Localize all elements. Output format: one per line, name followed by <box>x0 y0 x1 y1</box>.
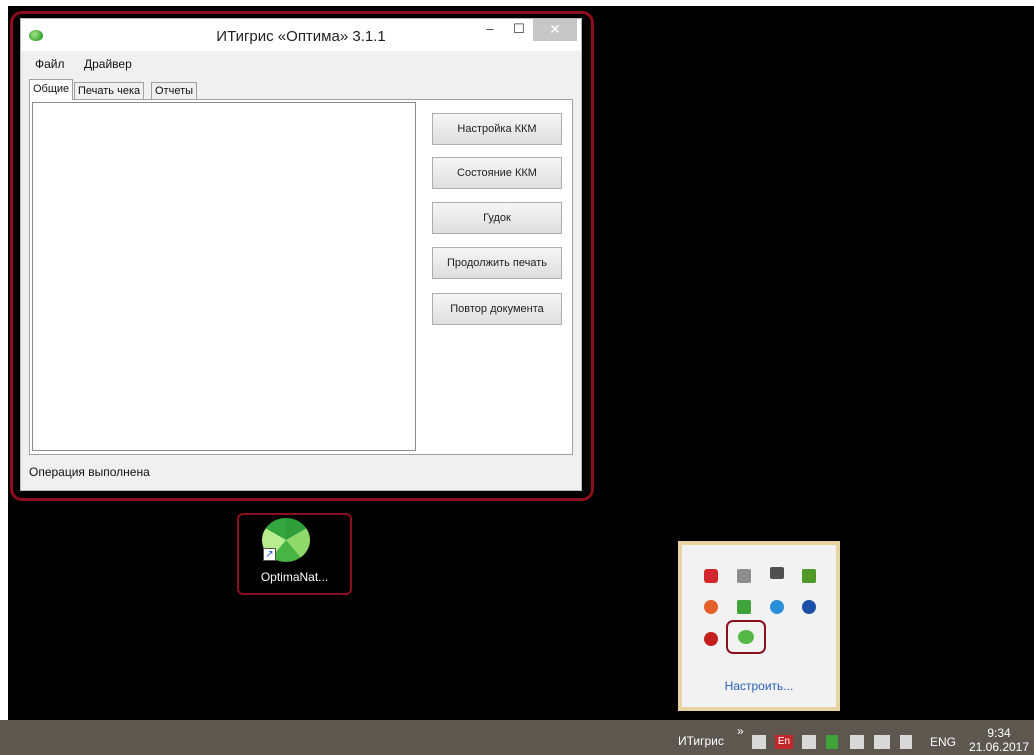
kkm-state-button[interactable]: Состояние ККМ <box>432 157 562 189</box>
clock[interactable]: 9:34 21.06.2017 <box>968 726 1030 754</box>
tray-customize-link[interactable]: Настроить... <box>682 679 836 693</box>
minimize-button[interactable]: – <box>476 19 504 41</box>
power-icon[interactable] <box>850 735 864 749</box>
status-text: Операция выполнена <box>29 465 150 479</box>
action-center-icon[interactable] <box>802 735 816 749</box>
bluetooth-icon[interactable] <box>802 600 816 614</box>
nvidia-icon[interactable] <box>802 569 816 583</box>
app-window: ИТигрис «Оптима» 3.1.1 – ☐ ✕ Файл Драйве… <box>20 18 582 491</box>
tab-receipt-print[interactable]: Печать чека <box>74 82 145 99</box>
desktop-icon-label[interactable]: OptimaNat... <box>242 570 347 584</box>
show-desktop-icon[interactable] <box>752 735 766 749</box>
network-device-icon[interactable] <box>737 569 751 583</box>
volume-icon[interactable] <box>900 735 912 749</box>
taskbar: ИТигрис » En ENG 9:34 21.06.2017 <box>0 720 1034 755</box>
tray-app-icon[interactable] <box>826 735 838 749</box>
log-area[interactable] <box>32 102 416 451</box>
language-indicator[interactable]: En <box>775 735 793 749</box>
menu-file[interactable]: Файл <box>35 57 65 71</box>
tray-icon-highlight-frame <box>726 620 766 654</box>
menu-driver[interactable]: Драйвер <box>84 57 132 71</box>
maximize-button[interactable]: ☐ <box>505 19 533 41</box>
continue-print-button[interactable]: Продолжить печать <box>432 247 562 279</box>
update-icon[interactable] <box>770 600 784 614</box>
blocked-icon[interactable] <box>704 632 718 646</box>
monitor-icon[interactable] <box>770 567 784 579</box>
signal-icon[interactable] <box>874 735 890 749</box>
close-button[interactable]: ✕ <box>533 19 577 41</box>
beep-button[interactable]: Гудок <box>432 202 562 234</box>
tab-general[interactable]: Общие <box>29 79 74 100</box>
tray-overflow-popup: Настроить... <box>678 541 840 711</box>
repeat-document-button[interactable]: Повтор документа <box>432 293 562 325</box>
green-shield-icon[interactable] <box>737 600 751 614</box>
taskbar-toolbar-label[interactable]: ИТигрис <box>678 734 724 748</box>
tab-reports[interactable]: Отчеты <box>151 82 198 99</box>
shortcut-arrow-icon: ↗ <box>263 548 276 561</box>
color-app-icon[interactable] <box>704 600 718 614</box>
title-bar[interactable]: ИТигрис «Оптима» 3.1.1 – ☐ ✕ <box>21 19 581 51</box>
camera-record-icon[interactable] <box>704 569 718 583</box>
input-language[interactable]: ENG <box>930 735 956 749</box>
clock-time: 9:34 <box>987 726 1011 740</box>
kkm-settings-button[interactable]: Настройка ККМ <box>432 113 562 145</box>
tab-panel-general: Настройка ККМ Состояние ККМ Гудок Продол… <box>29 99 573 455</box>
clock-date: 21.06.2017 <box>968 740 1030 754</box>
taskbar-chevron-icon[interactable]: » <box>737 724 744 738</box>
